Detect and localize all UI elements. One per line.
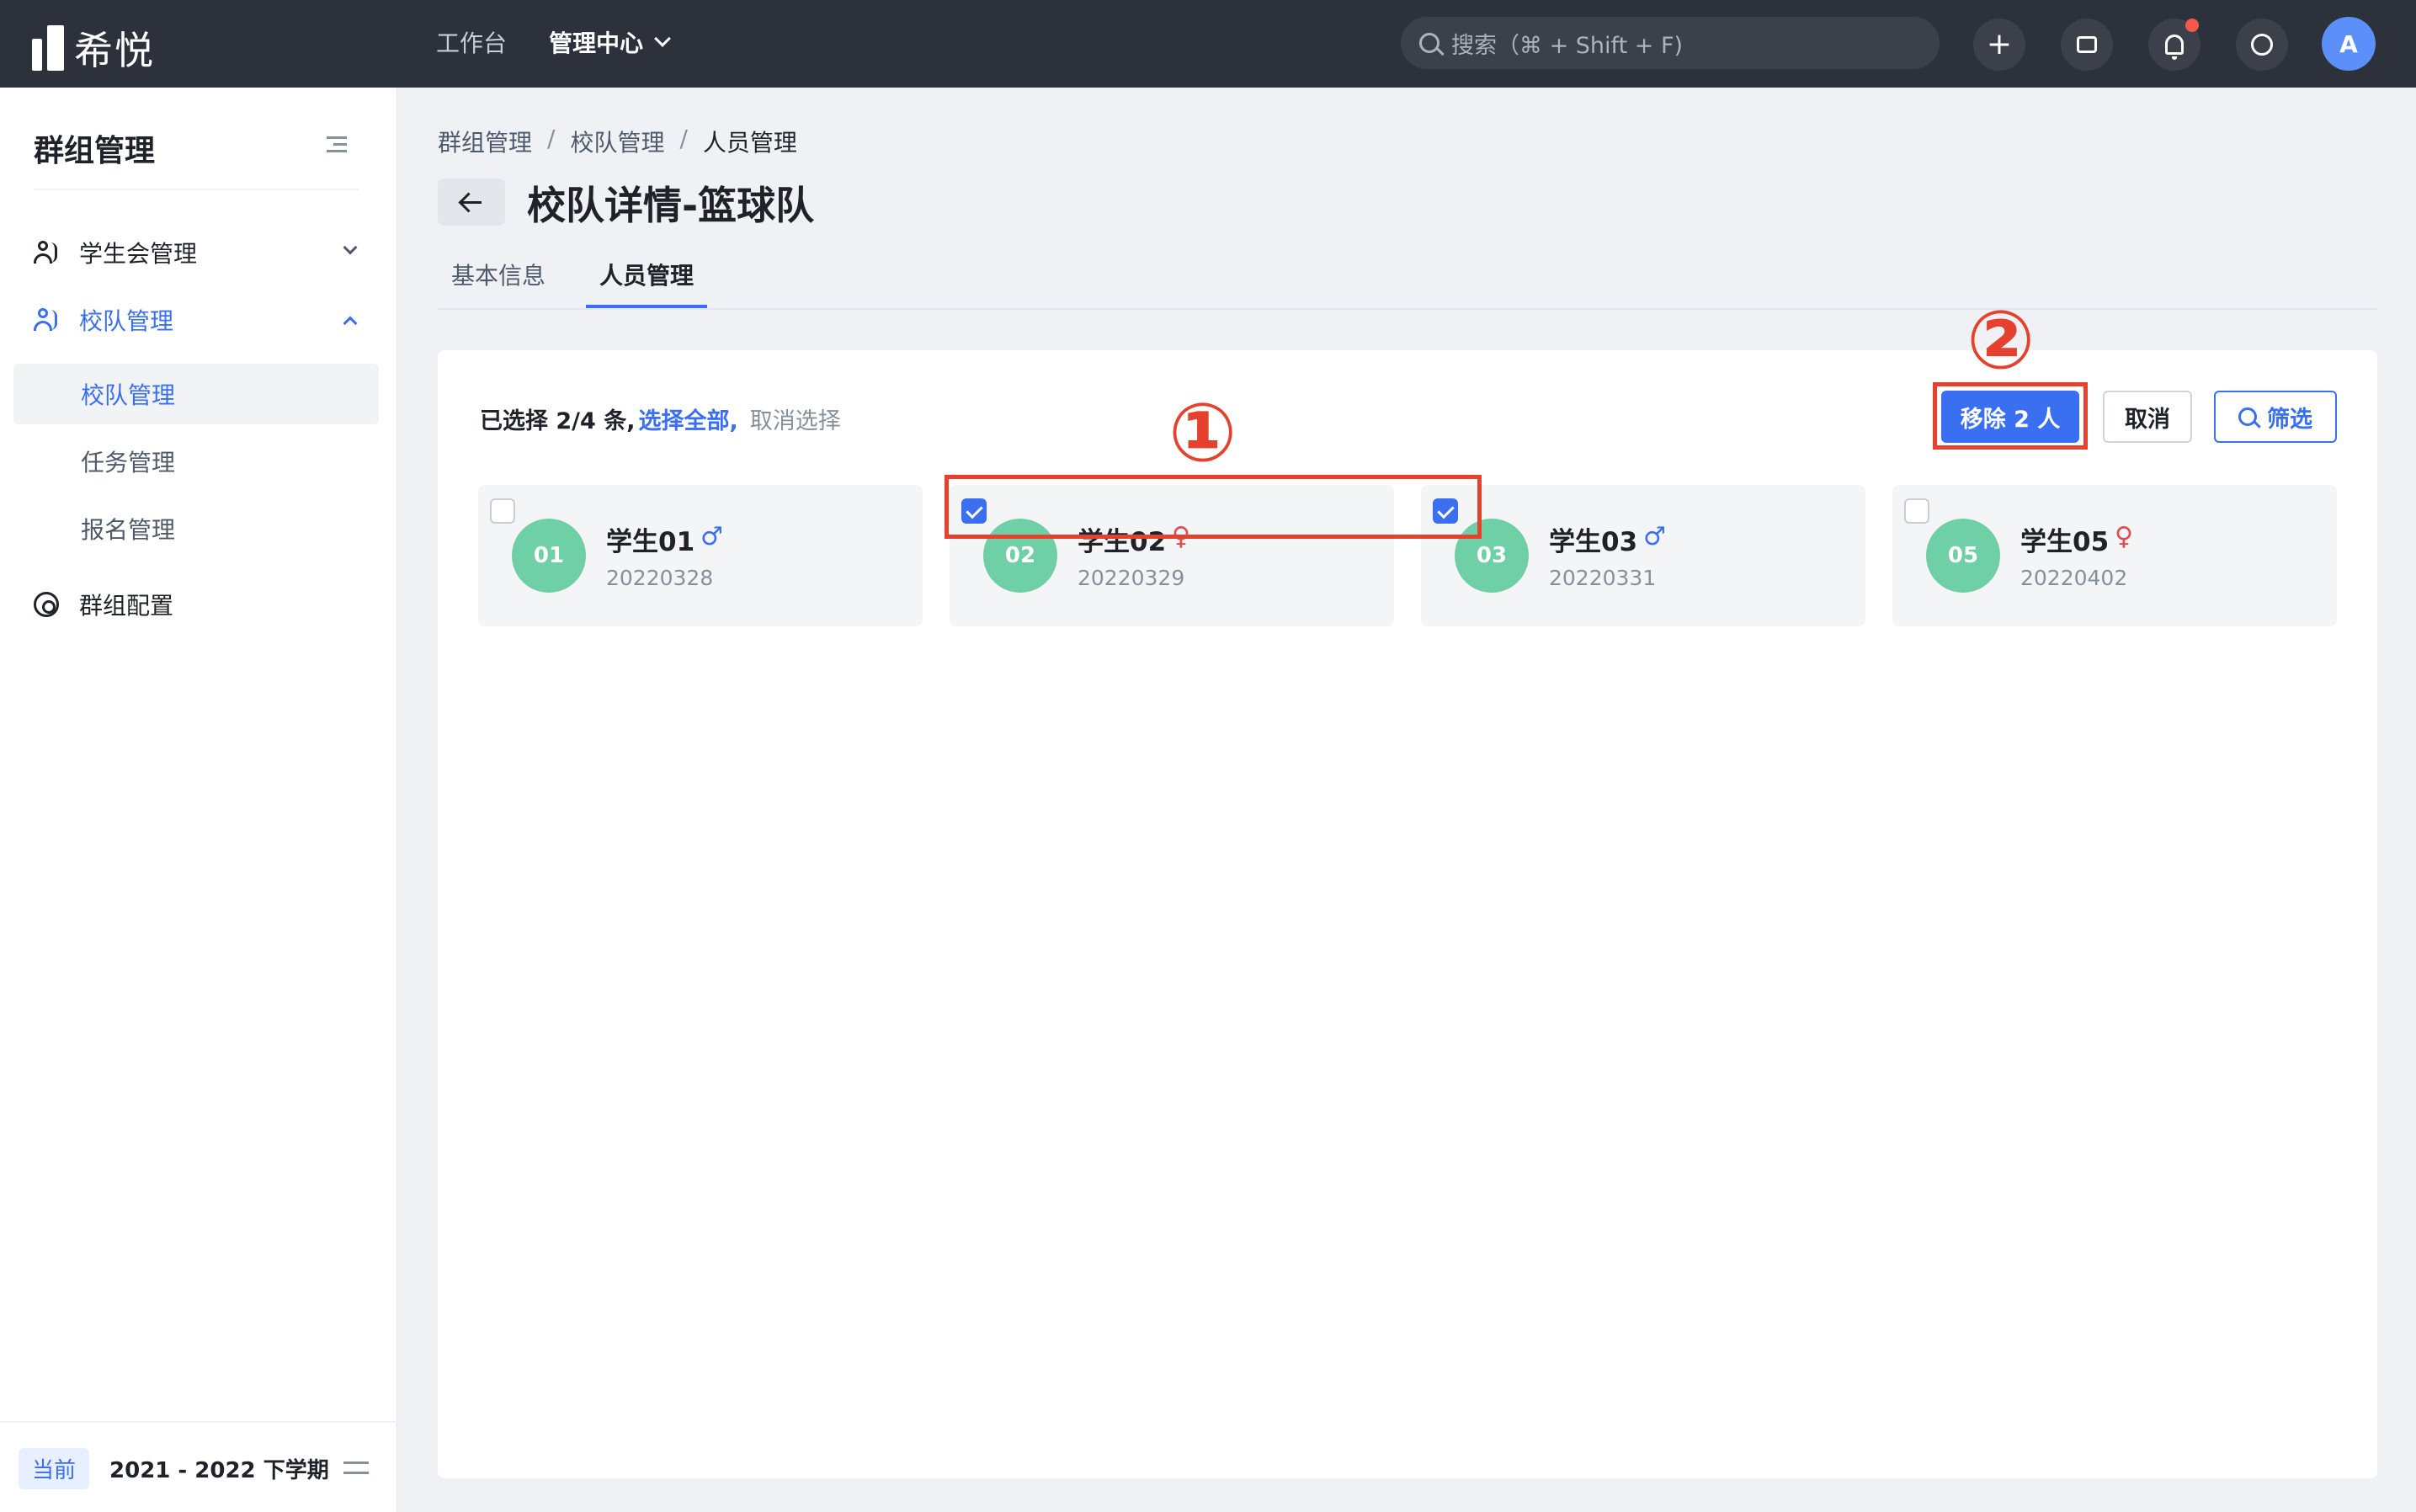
- selection-count: 已选择 2/4 条,: [480, 408, 636, 434]
- sidebar-item-label: 群组配置: [79, 592, 174, 620]
- term-text: 2021 - 2022 下学期: [109, 1458, 329, 1483]
- annotation-box-step2: [1933, 382, 2088, 450]
- filter-button[interactable]: 筛选: [2214, 391, 2337, 443]
- add-button[interactable]: +: [1973, 19, 2025, 71]
- nav-workbench[interactable]: 工作台: [436, 25, 507, 59]
- chevron-down-icon: [343, 240, 358, 255]
- notifications-button[interactable]: [2148, 19, 2200, 71]
- avatar[interactable]: A: [2322, 17, 2376, 71]
- sidebar-item-group-config[interactable]: 群组配置: [34, 588, 364, 621]
- swap-icon[interactable]: [343, 1458, 369, 1478]
- page-title: 校队详情-篮球队: [527, 183, 815, 228]
- nav-admin-center[interactable]: 管理中心: [549, 25, 671, 59]
- student-card[interactable]: 03 学生03 ♂ 20220331: [1421, 485, 1865, 626]
- cancel-button[interactable]: 取消: [2103, 391, 2192, 443]
- search-input[interactable]: 搜索（⌘ + Shift + F): [1401, 17, 1940, 69]
- breadcrumb: 群组管理 / 校队管理 / 人员管理: [438, 125, 797, 158]
- breadcrumb-current: 人员管理: [702, 129, 797, 157]
- logo[interactable]: 希悦: [32, 20, 155, 76]
- sidebar-item-label: 学生会管理: [79, 240, 198, 268]
- student-avatar: 05: [1926, 519, 2000, 593]
- bell-icon: [2165, 35, 2184, 60]
- logo-icon: [32, 25, 64, 71]
- tab-basic-info[interactable]: 基本信息: [451, 258, 545, 291]
- tab-member-management[interactable]: 人员管理: [599, 258, 694, 291]
- sidebar-subitem-registration-management[interactable]: 报名管理: [13, 498, 379, 559]
- back-button[interactable]: [438, 178, 505, 226]
- help-button[interactable]: [2236, 19, 2288, 71]
- select-all-link[interactable]: 选择全部,: [639, 402, 738, 435]
- student-avatar: 01: [512, 519, 586, 593]
- users-icon: [34, 307, 59, 333]
- current-term: 当前 2021 - 2022 下学期: [19, 1448, 329, 1489]
- term-badge: 当前: [19, 1448, 90, 1489]
- female-icon: ♀: [2115, 522, 2133, 551]
- notification-dot: [2185, 19, 2199, 32]
- sidebar-title: 群组管理: [34, 134, 156, 168]
- sidebar-divider: [34, 189, 359, 190]
- search-placeholder: 搜索（⌘ + Shift + F): [1451, 32, 1684, 59]
- student-card[interactable]: 05 学生05 ♀ 20220402: [1892, 485, 2337, 626]
- collapse-sidebar-icon[interactable]: [327, 136, 347, 153]
- student-checkbox[interactable]: [1904, 498, 1929, 524]
- student-name: 学生01: [606, 527, 695, 557]
- sidebar-item-school-team[interactable]: 校队管理: [34, 303, 364, 337]
- student-card[interactable]: 01 学生01 ♂ 20220328: [478, 485, 923, 626]
- sidebar-item-label: 校队管理: [79, 307, 174, 335]
- sidebar: 群组管理 学生会管理 校队管理 校队管理 任务管理 报名管理 群组配置 当前 2…: [0, 88, 397, 1512]
- tab-bar: 基本信息 人员管理: [438, 253, 2377, 310]
- clear-selection-link[interactable]: 取消选择: [750, 402, 841, 435]
- annotation-step2: ②: [1966, 293, 2036, 387]
- top-bar: 希悦 工作台 管理中心 搜索（⌘ + Shift + F) + A: [0, 0, 2416, 88]
- tab-active-indicator: [586, 305, 707, 308]
- student-id: 20220402: [2020, 566, 2128, 590]
- gear-icon: [34, 592, 59, 617]
- plus-icon: +: [1986, 27, 2013, 61]
- nav-admin-center-label: 管理中心: [549, 29, 644, 57]
- sidebar-subitem-task-management[interactable]: 任务管理: [13, 431, 379, 492]
- student-id: 20220329: [1078, 566, 1185, 590]
- student-checkbox[interactable]: [490, 498, 515, 524]
- male-icon: ♂: [700, 522, 723, 551]
- sidebar-footer-divider: [0, 1421, 397, 1423]
- top-nav: 工作台 管理中心: [436, 25, 671, 59]
- sidebar-subitem-team-management[interactable]: 校队管理: [13, 364, 379, 424]
- search-icon: [2238, 407, 2257, 426]
- chevron-down-icon: [654, 30, 671, 47]
- student-name: 学生05: [2020, 527, 2110, 557]
- logo-text: 希悦: [74, 28, 155, 73]
- sidebar-item-student-union[interactable]: 学生会管理: [34, 236, 364, 269]
- annotation-box-step1: [945, 475, 1482, 539]
- breadcrumb-item[interactable]: 校队管理: [570, 125, 664, 158]
- male-icon: ♂: [1643, 522, 1666, 551]
- student-id: 20220331: [1549, 566, 1657, 590]
- student-id: 20220328: [606, 566, 714, 590]
- chat-icon: [2077, 36, 2097, 53]
- chevron-up-icon: [343, 316, 358, 331]
- breadcrumb-item[interactable]: 群组管理: [438, 125, 532, 158]
- filter-button-label: 筛选: [2267, 406, 2312, 433]
- users-icon: [34, 240, 59, 265]
- messages-button[interactable]: [2061, 19, 2113, 71]
- student-name: 学生03: [1549, 527, 1638, 557]
- arrow-left-icon: [461, 200, 482, 204]
- annotation-step1: ①: [1168, 386, 1237, 480]
- selection-bar: 已选择 2/4 条, 选择全部, 取消选择: [480, 402, 841, 435]
- help-icon: [2251, 34, 2273, 56]
- search-icon: [1419, 33, 1439, 53]
